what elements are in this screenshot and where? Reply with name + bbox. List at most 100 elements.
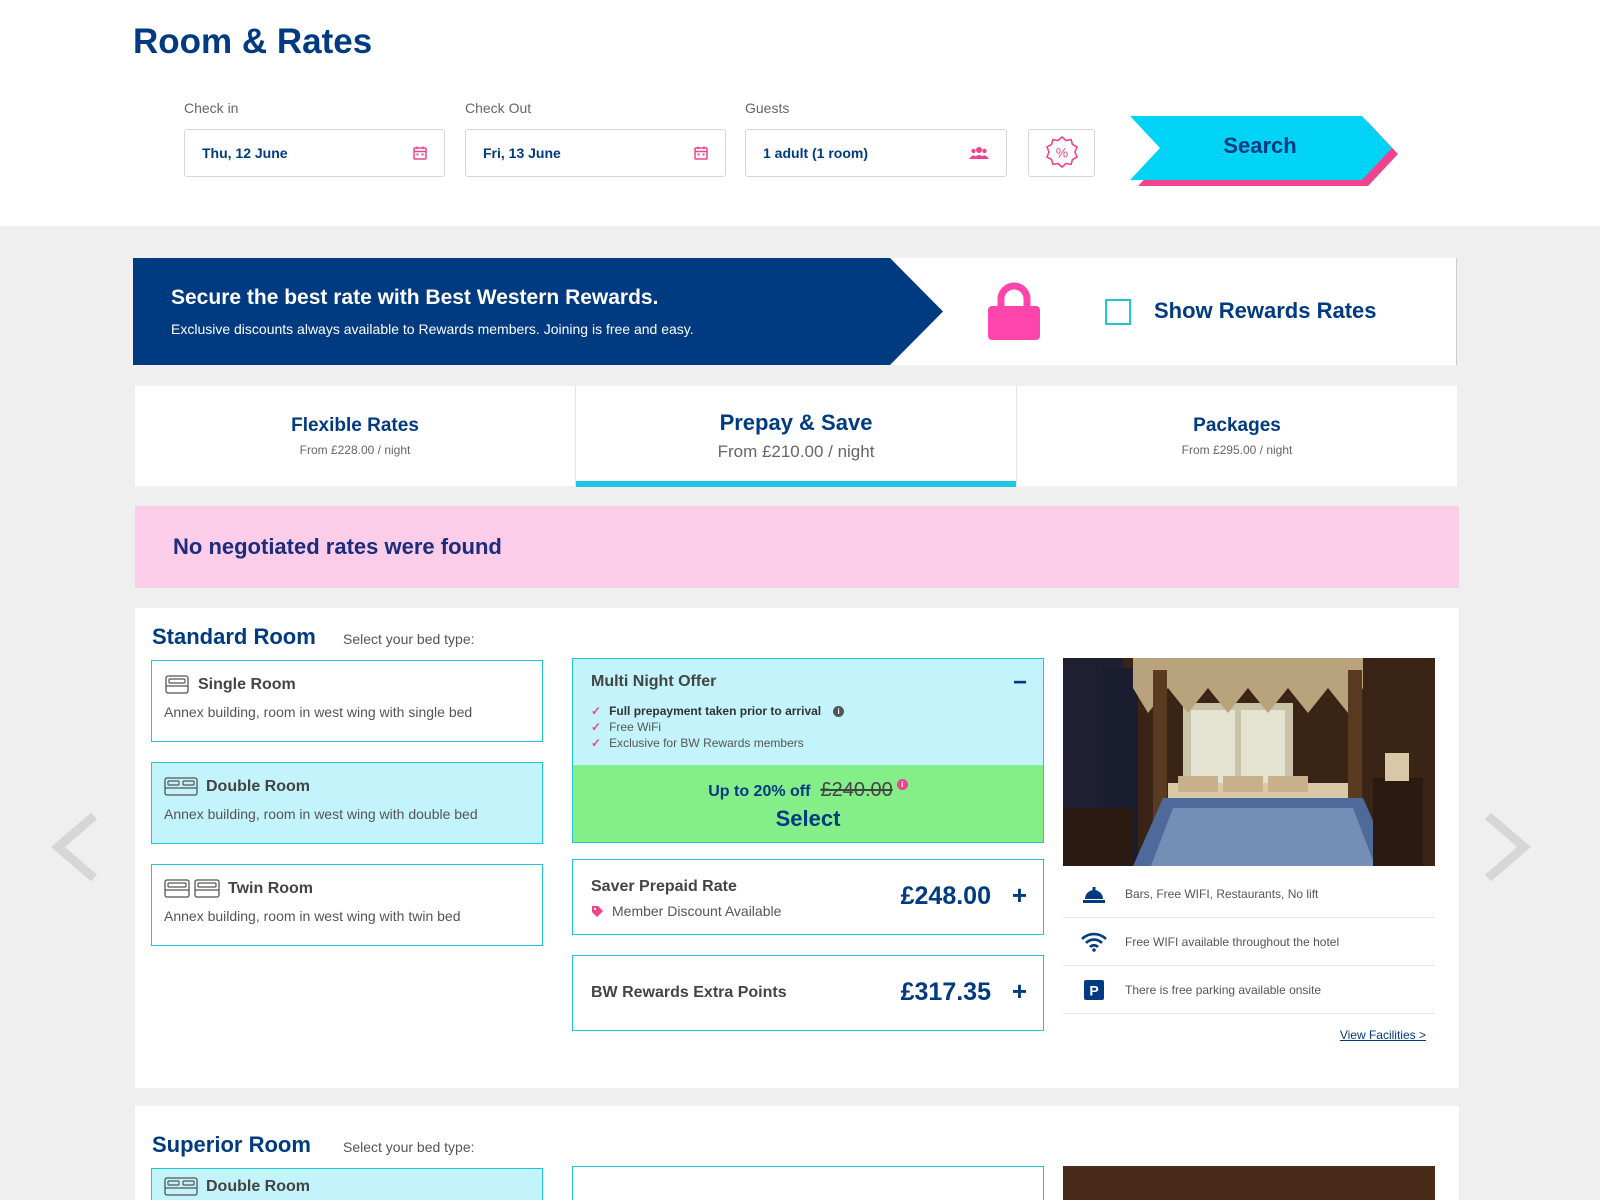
room-title: Superior Room (152, 1132, 311, 1157)
member-discount-note: Member Discount Available (591, 903, 781, 919)
offer-original-price: £240.00 (820, 779, 893, 801)
offer-feature: ✓ Free WiFi (591, 719, 844, 735)
tab-name: Packages (1193, 415, 1281, 436)
room-photo-image (1063, 658, 1435, 866)
rewards-title: Secure the best rate with Best Western R… (171, 286, 659, 309)
rate-price: £248.00 (900, 882, 991, 910)
bed-name: Double Room (206, 1178, 310, 1195)
check-icon: ✓ (591, 720, 602, 734)
percent-badge-icon: % (1045, 135, 1078, 169)
room-card-superior: Superior Room Select your bed type: Doub… (135, 1106, 1459, 1200)
show-rewards-checkbox[interactable] (1105, 299, 1131, 325)
lock-icon (988, 282, 1040, 340)
single-bed-icon (165, 675, 189, 694)
bed-option-single[interactable]: Single Room Annex building, room in west… (151, 660, 543, 742)
checkin-value: Thu, 12 June (202, 145, 288, 161)
bed-type-prompt: Select your bed type: (343, 631, 475, 647)
tab-prepay-save[interactable]: Prepay & Save From £210.00 / night (576, 386, 1017, 487)
show-rewards-label[interactable]: Show Rewards Rates (1154, 298, 1377, 324)
bed-name: Single Room (198, 676, 296, 693)
rate-price: £317.35 (900, 978, 991, 1006)
bed-name: Double Room (206, 778, 310, 795)
chevron-right-icon[interactable] (1482, 812, 1532, 882)
tab-flexible-rates[interactable]: Flexible Rates From £228.00 / night (135, 386, 576, 486)
double-bed-icon (164, 1177, 198, 1196)
search-header: Room & Rates Check in Thu, 12 June Check… (0, 0, 1600, 226)
double-bed-icon (164, 777, 198, 796)
tab-price: From £295.00 / night (1181, 443, 1293, 457)
promo-code-button[interactable]: % (1028, 129, 1095, 177)
collapse-offer-button[interactable]: − (1013, 669, 1027, 697)
concierge-bell-icon (1083, 886, 1105, 903)
bed-name: Twin Room (228, 880, 314, 897)
expand-rate-button[interactable]: + (1012, 976, 1027, 1007)
bed-option-double[interactable]: Double Room (151, 1168, 543, 1200)
rewards-arrow-bg (133, 258, 943, 365)
tag-icon (592, 905, 603, 917)
guests-label: Guests (745, 100, 790, 116)
tab-packages[interactable]: Packages From £295.00 / night (1017, 386, 1457, 486)
rate-note-text: Member Discount Available (612, 903, 782, 919)
checkin-label: Check in (184, 100, 239, 116)
facility-text: Free WIFI available throughout the hotel (1125, 934, 1340, 949)
facility-text: There is free parking available onsite (1125, 982, 1322, 997)
wifi-icon (1081, 932, 1107, 952)
bed-option-twin[interactable]: Twin Room Annex building, room in west w… (151, 864, 543, 946)
rate-saver-prepaid[interactable]: Saver Prepaid Rate Member Discount Avail… (572, 859, 1044, 935)
search-button-label: Search (1223, 133, 1297, 158)
offer-feature-text: Exclusive for BW Rewards members (609, 736, 804, 750)
svg-text:%: % (1055, 145, 1067, 161)
bed-description: Annex building, room in west wing with s… (164, 704, 473, 720)
offer-discount: Up to 20% off (708, 783, 811, 800)
rewards-subtitle: Exclusive discounts always available to … (171, 321, 694, 337)
offer-select-button[interactable]: Up to 20% off £240.00 i Select (573, 765, 1043, 842)
no-rates-notice: No negotiated rates were found (135, 506, 1459, 588)
users-icon (969, 147, 989, 159)
rate-bw-rewards-extra-points[interactable]: BW Rewards Extra Points £317.35 + (572, 955, 1044, 1031)
checkin-field[interactable]: Thu, 12 June (184, 129, 445, 177)
rate-name: Saver Prepaid Rate (591, 878, 737, 895)
twin-bed-icon (164, 879, 220, 898)
superior-room-photo[interactable] (1063, 1166, 1435, 1200)
rate-name: BW Rewards Extra Points (591, 984, 787, 1001)
checkout-label: Check Out (465, 100, 532, 116)
room-photo[interactable] (1063, 658, 1435, 866)
offer-title: Multi Night Offer (591, 673, 717, 690)
offer-select-label: Select (775, 806, 841, 831)
check-icon: ✓ (591, 736, 602, 750)
facility-item: P There is free parking available onsite (1063, 966, 1435, 1014)
offer-features: ✓ Full prepayment taken prior to arrival i… (591, 703, 845, 751)
info-icon[interactable]: i (833, 705, 845, 717)
checkout-value: Fri, 13 June (483, 145, 561, 161)
svg-text:P: P (1089, 982, 1098, 998)
guests-value: 1 adult (1 room) (763, 145, 869, 161)
page-title: Room & Rates (133, 22, 373, 61)
parking-icon: P (1084, 979, 1104, 1000)
facility-text: Bars, Free WIFI, Restaurants, No lift (1125, 886, 1319, 901)
superior-offer-partial[interactable] (572, 1166, 1044, 1200)
bed-type-prompt: Select your bed type: (343, 1139, 475, 1155)
offer-feature: ✓ Full prepayment taken prior to arrival i (591, 703, 845, 719)
multi-night-offer: Multi Night Offer − ✓ Full prepayment tak… (572, 658, 1044, 843)
guests-field[interactable]: 1 adult (1 room) (745, 129, 1007, 177)
tab-price: From £228.00 / night (299, 443, 411, 457)
facility-item: Bars, Free WIFI, Restaurants, No lift (1063, 870, 1435, 918)
info-icon[interactable]: i (896, 779, 908, 790)
check-icon: ✓ (591, 704, 602, 718)
tab-price: From £210.00 / night (717, 442, 875, 461)
offer-feature-text: Free WiFi (609, 720, 662, 734)
room-title: Standard Room (152, 624, 316, 649)
calendar-icon (413, 146, 427, 160)
chevron-left-icon[interactable] (50, 812, 100, 882)
view-facilities-link[interactable]: View Facilities > (1340, 1028, 1426, 1042)
checkout-field[interactable]: Fri, 13 June (465, 129, 726, 177)
expand-rate-button[interactable]: + (1012, 880, 1027, 911)
search-button[interactable]: Search (1130, 114, 1400, 186)
offer-feature: ✓ Exclusive for BW Rewards members (591, 735, 844, 751)
bed-option-double[interactable]: Double Room Annex building, room in west… (151, 762, 543, 844)
bed-description: Annex building, room in west wing with d… (164, 806, 478, 822)
room-card-standard: Standard Room Select your bed type: Sing… (135, 608, 1459, 1088)
bed-description: Annex building, room in west wing with t… (164, 908, 461, 924)
tab-name: Flexible Rates (291, 415, 419, 436)
calendar-icon (694, 146, 708, 160)
